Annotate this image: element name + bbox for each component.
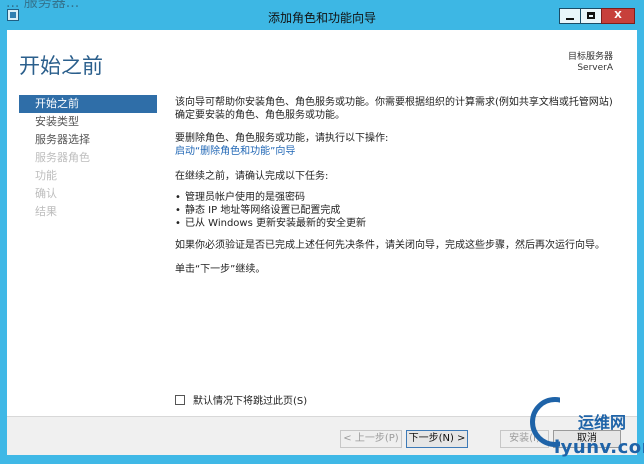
verify-text: 如果你必须验证是否已完成上述任何先决条件，请关闭向导，完成这些步骤，然后再次运行… (175, 240, 605, 251)
target-server-name: ServerA (577, 63, 613, 73)
skip-page-checkbox[interactable] (175, 394, 185, 405)
nav-item-installation-type[interactable]: 安装类型 (19, 113, 157, 131)
wizard-nav: 开始之前 安装类型 服务器选择 服务器角色 功能 确认 结果 (19, 95, 157, 221)
page-title: 开始之前 (19, 54, 103, 78)
watermark-text-primary: 运维网 (578, 413, 627, 432)
nav-item-before-you-begin[interactable]: 开始之前 (19, 95, 157, 113)
nav-item-features: 功能 (35, 169, 57, 182)
content-panel: 该向导可帮助你安装角色、角色服务或功能。你需要根据组织的计算需求(例如共享文档或… (175, 96, 620, 276)
wizard-client-area: 开始之前 目标服务器 ServerA 开始之前 安装类型 服务器选择 服务器角色… (7, 30, 637, 455)
skip-page-label: 默认情况下将跳过此页(S) (193, 396, 308, 407)
maximize-button[interactable] (580, 8, 602, 24)
continue-text: 单击“下一步”继续。 (175, 264, 266, 275)
minimize-button[interactable] (559, 8, 581, 24)
close-button[interactable]: X (601, 8, 635, 24)
list-item: 已从 Windows 更新安装最新的安全更新 (175, 217, 620, 230)
skip-page-option[interactable]: 默认情况下将跳过此页(S) (175, 392, 307, 407)
watermark-text-secondary: iyunv.com (554, 437, 644, 458)
target-server-info: 目标服务器 ServerA (568, 52, 613, 74)
previous-button: < 上一步(P) (340, 430, 402, 448)
window-title: 添加角色和功能向导 (267, 11, 376, 25)
list-item: 静态 IP 地址等网络设置已配置完成 (175, 204, 620, 217)
remove-prompt: 要删除角色、角色服务或功能，请执行以下操作: (175, 133, 389, 144)
title-bar[interactable]: ... 服务器... 添加角色和功能向导 X (0, 0, 644, 30)
before-continue-text: 在继续之前，请确认完成以下任务: (175, 171, 329, 182)
task-list: 管理员帐户使用的是强密码 静态 IP 地址等网络设置已配置完成 已从 Windo… (175, 191, 620, 230)
next-button[interactable]: 下一步(N) > (406, 430, 468, 448)
list-item: 管理员帐户使用的是强密码 (175, 191, 620, 204)
nav-item-confirmation: 确认 (35, 187, 57, 200)
nav-item-server-roles: 服务器角色 (35, 151, 90, 164)
background-window-fragment: ... 服务器... (6, 0, 80, 8)
nav-item-server-selection[interactable]: 服务器选择 (19, 131, 157, 149)
target-server-label: 目标服务器 (567, 52, 613, 62)
remove-roles-link[interactable]: 启动“删除角色和功能”向导 (175, 145, 620, 158)
intro-text: 该向导可帮助你安装角色、角色服务或功能。你需要根据组织的计算需求(例如共享文档或… (175, 97, 613, 121)
watermark-logo: 运维网 iyunv.com (520, 395, 644, 459)
nav-item-results: 结果 (35, 205, 57, 218)
